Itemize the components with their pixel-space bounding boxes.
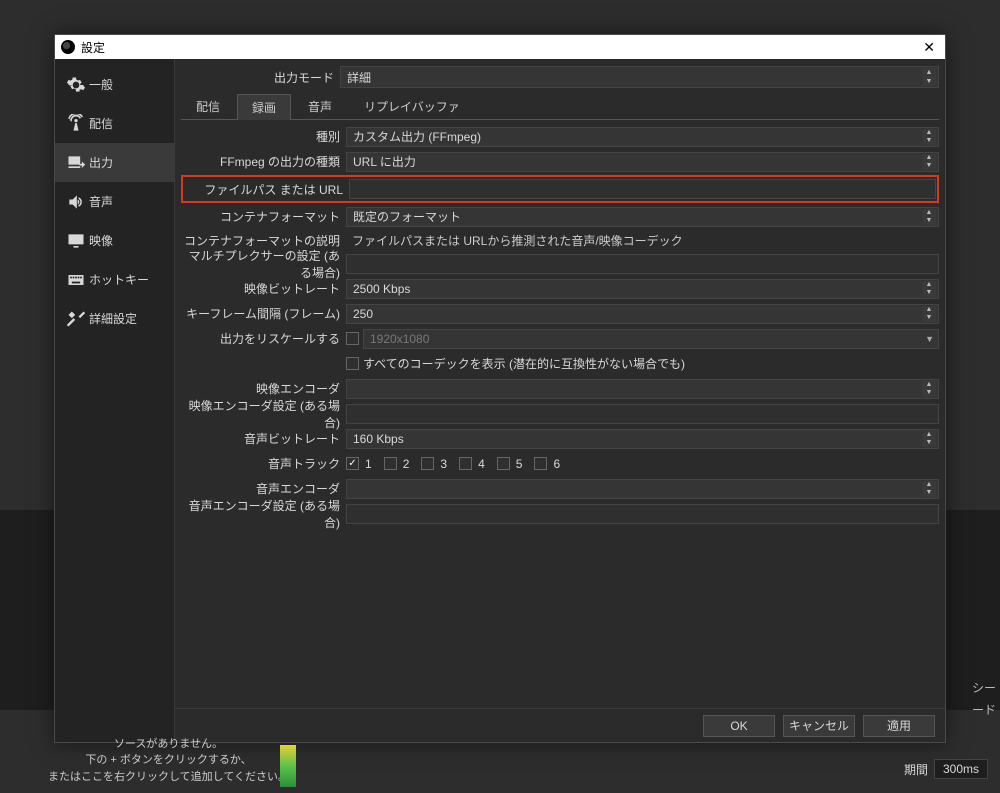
venc-settings-label: 映像エンコーダ設定 (ある場合) [181, 397, 346, 431]
tools-icon [63, 309, 89, 329]
vbitrate-label: 映像ビットレート [181, 280, 346, 297]
sidebar-item-label: 配信 [89, 115, 113, 132]
output-tabs: 配信 録画 音声 リプレイバッファ [181, 93, 939, 120]
track-6-checkbox[interactable] [534, 457, 547, 470]
rescale-select[interactable]: 1920x1080▼ [363, 329, 939, 349]
venc-select[interactable]: ▲▼ [346, 379, 939, 399]
aenc-settings-label: 音声エンコーダ設定 (ある場合) [181, 497, 346, 531]
audio-meter-icon [280, 745, 296, 787]
sidebar-item-label: 一般 [89, 76, 113, 93]
sidebar-item-label: 映像 [89, 232, 113, 249]
rescale-label: 出力をリスケールする [181, 330, 346, 347]
tab-audio[interactable]: 音声 [293, 93, 347, 119]
track-3-checkbox[interactable] [421, 457, 434, 470]
keyboard-icon [63, 270, 89, 290]
sidebar-item-hotkeys[interactable]: ホットキー [55, 260, 174, 299]
ffmpeg-output-type-select[interactable]: URL に出力▲▼ [346, 152, 939, 172]
tracks-label: 音声トラック [181, 455, 346, 472]
tab-recording[interactable]: 録画 [237, 94, 291, 120]
duration-value[interactable]: 300ms [934, 759, 988, 779]
abitrate-label: 音声ビットレート [181, 430, 346, 447]
no-source-hint: ソースがありません。 下の + ボタンをクリックするか、 またはここを右クリック… [48, 736, 289, 786]
titlebar: 設定 ✕ [55, 35, 945, 59]
chevron-updown-icon: ▲▼ [922, 68, 936, 86]
container-label: コンテナフォーマット [181, 208, 346, 225]
muxer-label: マルチプレクサーの設定 (ある場合) [181, 247, 346, 281]
track-4-checkbox[interactable] [459, 457, 472, 470]
path-or-url-input[interactable] [349, 179, 936, 199]
monitor-icon [63, 231, 89, 251]
cancel-button[interactable]: キャンセル [783, 715, 855, 737]
ok-button[interactable]: OK [703, 715, 775, 737]
output-icon [63, 153, 89, 173]
container-desc-value: ファイルパスまたは URLから推測された音声/映像コーデック [346, 232, 939, 249]
apply-button[interactable]: 適用 [863, 715, 935, 737]
sidebar-item-label: 出力 [89, 154, 113, 171]
sidebar-item-video[interactable]: 映像 [55, 221, 174, 260]
abitrate-input[interactable]: 160 Kbps▲▼ [346, 429, 939, 449]
container-select[interactable]: 既定のフォーマット▲▼ [346, 207, 939, 227]
keyframe-input[interactable]: 250▲▼ [346, 304, 939, 324]
sidebar-item-stream[interactable]: 配信 [55, 104, 174, 143]
path-or-url-label: ファイルパス または URL [184, 181, 349, 198]
background-cut-text: シー ード [972, 676, 1000, 720]
obs-logo-icon [61, 40, 75, 54]
settings-dialog: 設定 ✕ 一般 配信 出力 音声 映像 [54, 34, 946, 743]
type-label: 種別 [181, 128, 346, 145]
aenc-label: 音声エンコーダ [181, 480, 346, 497]
sidebar-item-advanced[interactable]: 詳細設定 [55, 299, 174, 338]
type-select[interactable]: カスタム出力 (FFmpeg)▲▼ [346, 127, 939, 147]
sidebar-item-label: 詳細設定 [89, 310, 137, 327]
path-or-url-highlight: ファイルパス または URL [181, 175, 939, 203]
tab-streaming[interactable]: 配信 [181, 93, 235, 119]
show-all-codecs-checkbox[interactable] [346, 357, 359, 370]
rescale-checkbox[interactable] [346, 332, 359, 345]
sidebar-item-general[interactable]: 一般 [55, 65, 174, 104]
aenc-settings-input[interactable] [346, 504, 939, 524]
tab-replay-buffer[interactable]: リプレイバッファ [349, 93, 475, 119]
output-mode-label: 出力モード [175, 69, 340, 86]
vbitrate-input[interactable]: 2500 Kbps▲▼ [346, 279, 939, 299]
output-mode-select[interactable]: 詳細 ▲▼ [340, 66, 939, 88]
aenc-select[interactable]: ▲▼ [346, 479, 939, 499]
muxer-input[interactable] [346, 254, 939, 274]
keyframe-label: キーフレーム間隔 (フレーム) [181, 305, 346, 322]
gear-icon [63, 75, 89, 95]
track-5-checkbox[interactable] [497, 457, 510, 470]
sidebar-item-audio[interactable]: 音声 [55, 182, 174, 221]
speaker-icon [63, 192, 89, 212]
track-2-checkbox[interactable] [384, 457, 397, 470]
dialog-title: 設定 [81, 39, 105, 56]
duration-label: 期間 [904, 761, 928, 778]
sidebar-item-output[interactable]: 出力 [55, 143, 174, 182]
show-all-codecs-label: すべてのコーデックを表示 (潜在的に互換性がない場合でも) [363, 355, 685, 372]
ffmpeg-output-type-label: FFmpeg の出力の種類 [181, 153, 346, 170]
venc-settings-input[interactable] [346, 404, 939, 424]
venc-label: 映像エンコーダ [181, 380, 346, 397]
close-icon[interactable]: ✕ [919, 39, 939, 56]
antenna-icon [63, 114, 89, 134]
sidebar-item-label: ホットキー [89, 271, 149, 288]
chevron-down-icon: ▼ [925, 334, 934, 344]
sidebar: 一般 配信 出力 音声 映像 ホットキー [55, 59, 175, 742]
sidebar-item-label: 音声 [89, 193, 113, 210]
track-1-checkbox[interactable]: ✓ [346, 457, 359, 470]
